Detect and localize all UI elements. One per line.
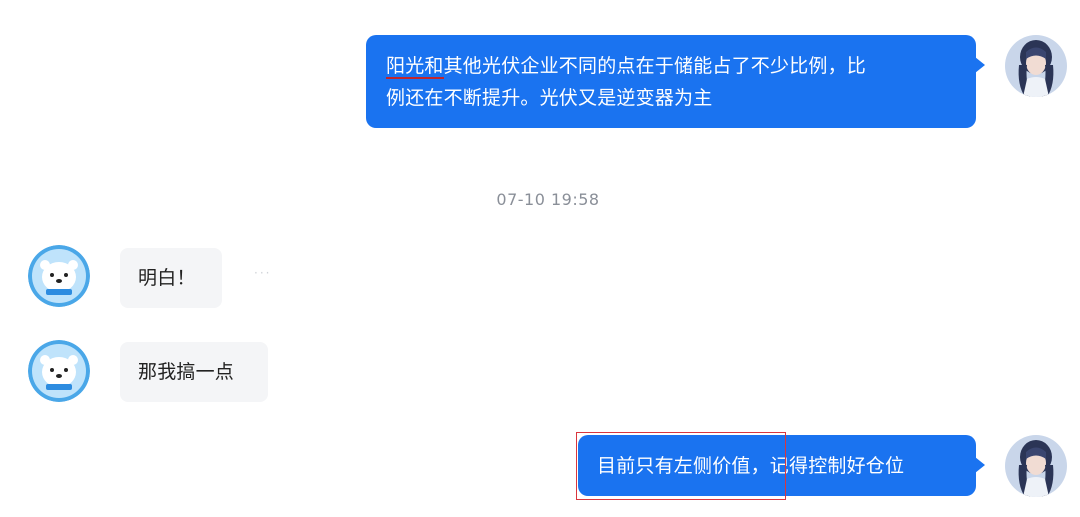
message-text: 那我搞一点 bbox=[138, 361, 235, 383]
message-timestamp: 07-10 19:58 bbox=[496, 190, 600, 209]
chat-window: 阳光和其他光伏企业不同的点在于储能占了不少比例，比 例还在不断提升。光伏又是逆变… bbox=[0, 0, 1080, 517]
incoming-message-bubble[interactable]: 明白！ bbox=[120, 248, 222, 308]
incoming-message-bubble[interactable]: 那我搞一点 bbox=[120, 342, 268, 402]
self-avatar-icon[interactable] bbox=[1005, 435, 1067, 497]
message-text: ，记得控制好仓位 bbox=[750, 455, 905, 477]
outgoing-message-bubble[interactable]: 阳光和其他光伏企业不同的点在于储能占了不少比例，比 例还在不断提升。光伏又是逆变… bbox=[366, 35, 985, 128]
more-options-icon[interactable]: ··· bbox=[254, 266, 271, 280]
self-avatar-icon[interactable] bbox=[1005, 35, 1067, 97]
bear-avatar-icon[interactable] bbox=[28, 340, 90, 402]
outgoing-message-bubble[interactable]: 目前只有左侧价值，记得控制好仓位 bbox=[578, 435, 985, 496]
message-text-line1: 其他光伏企业不同的点在于储能占了不少比例，比 bbox=[443, 55, 867, 77]
message-text: 明白！ bbox=[138, 267, 196, 289]
highlighted-text: 目前只有左侧价值 bbox=[597, 455, 751, 477]
message-text-line2: 例还在不断提升。光伏又是逆变器为主 bbox=[386, 87, 713, 109]
bear-avatar-icon[interactable] bbox=[28, 245, 90, 307]
underlined-text: 阳光和 bbox=[386, 55, 444, 79]
